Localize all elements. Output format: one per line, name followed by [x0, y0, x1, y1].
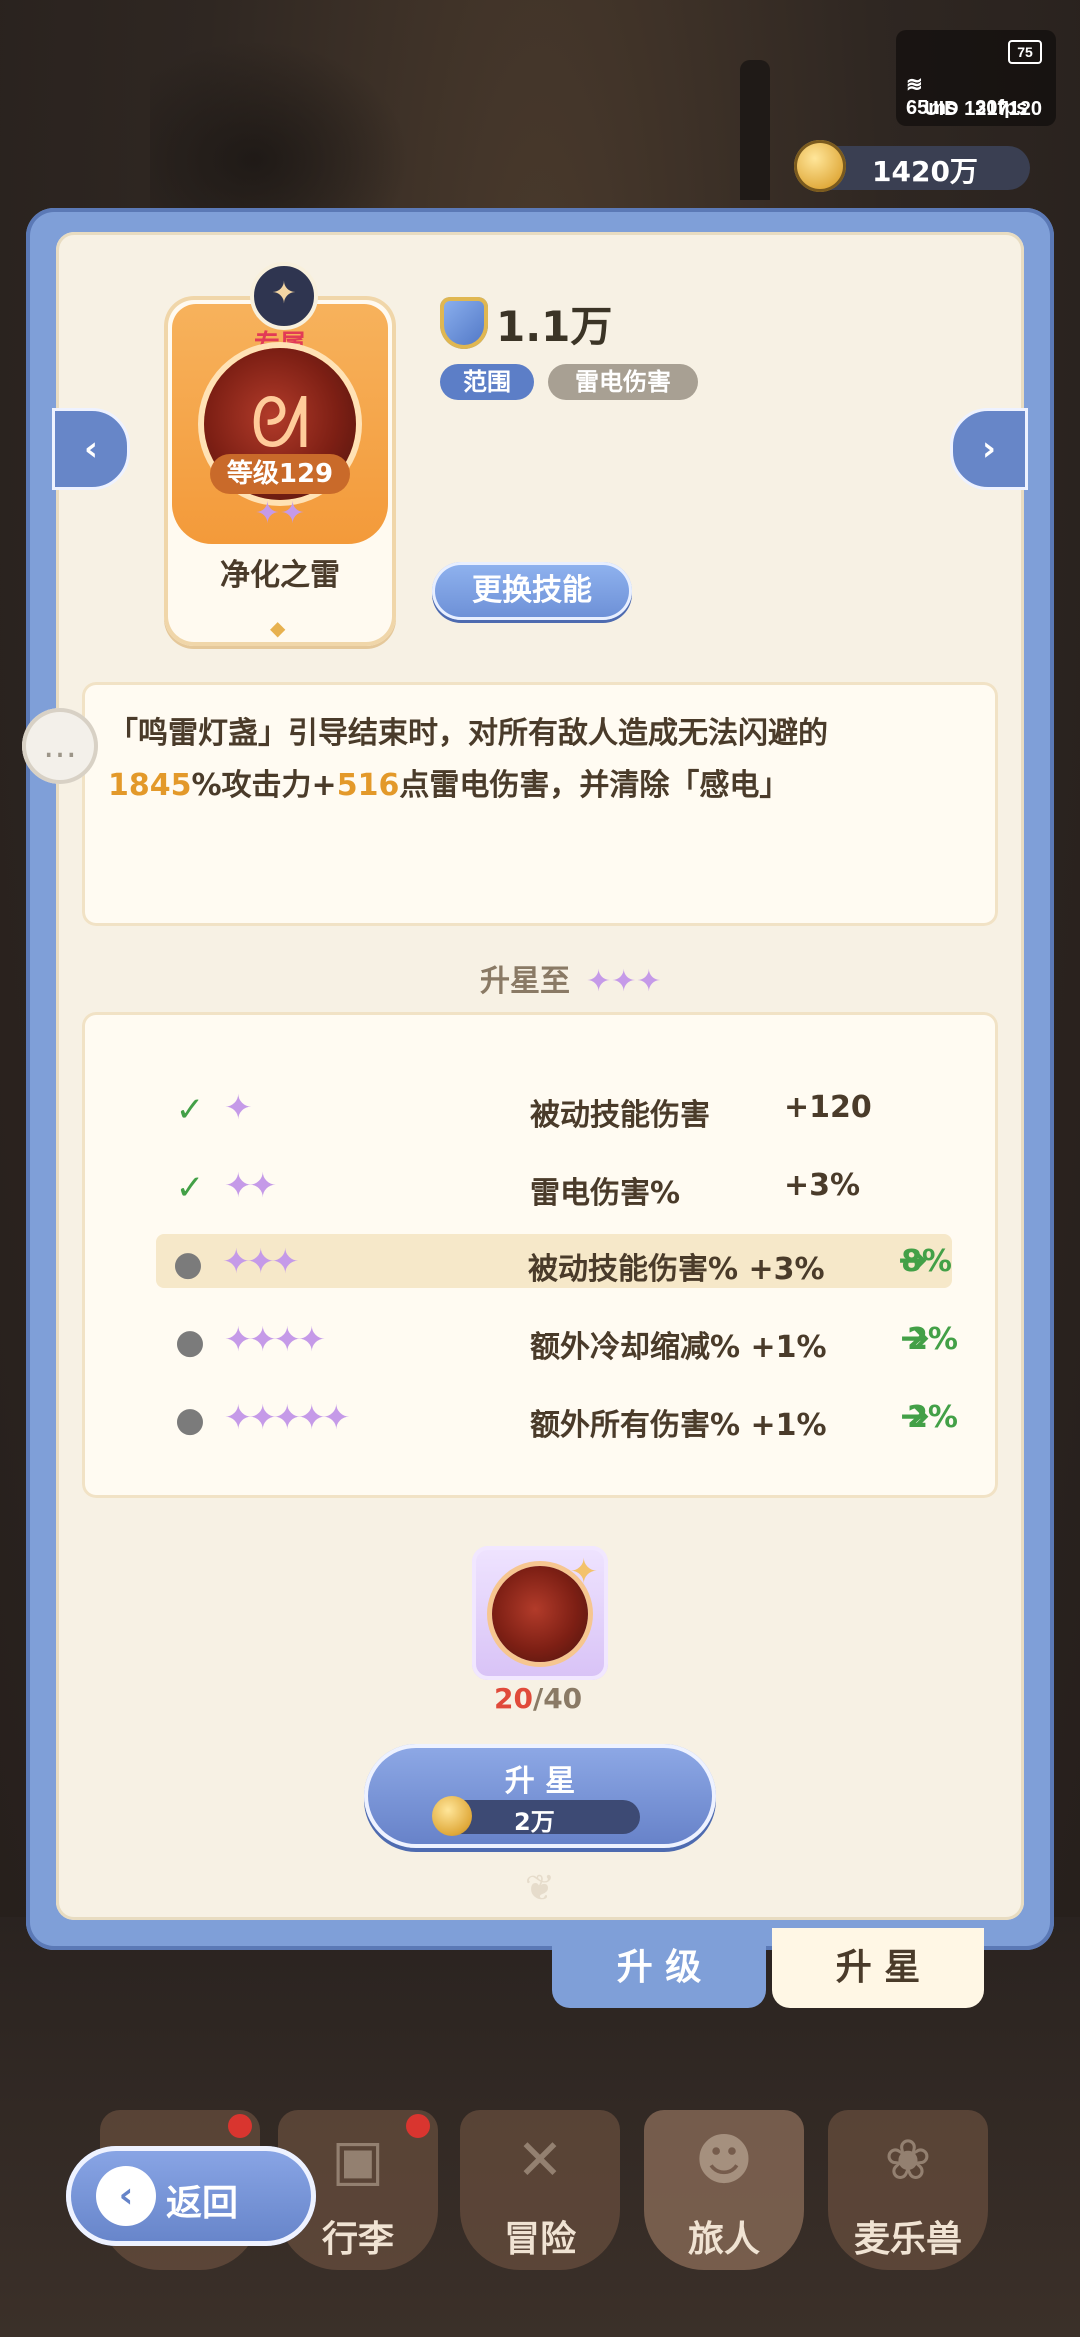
coin-icon	[432, 1796, 472, 1836]
wifi-icon: ≋	[906, 74, 923, 96]
power-shield-icon	[440, 297, 488, 349]
target-stars: ✦✦✦	[586, 964, 662, 999]
prev-skill-button[interactable]: ‹	[52, 408, 130, 490]
star-up-button[interactable]: 升 星 2万	[364, 1744, 716, 1848]
list-item: ● ✦✦✦✦✦ 额外所有伤害% +1% ➔ 2%	[158, 1390, 958, 1444]
uid-value: UID 1217120	[924, 98, 1042, 120]
tag-range: 范围	[440, 364, 534, 400]
material-item[interactable]: ✦	[472, 1546, 608, 1680]
skill-description: 「鸣雷灯盏」引导结束时，对所有敌人造成无法闪避的 1845%攻击力+516点雷电…	[82, 682, 998, 926]
star-bonus-list: ✓ ✦ 被动技能伤害 +120 ✓ ✦✦ 雷电伤害% +3% ● ✦✦✦ 被动技…	[82, 1012, 998, 1498]
card-ornament-icon: ◆	[270, 616, 286, 640]
power-value: 1.1万	[496, 301, 613, 351]
chevron-right-icon: ›	[981, 429, 996, 469]
sparkle-badge-icon: ✦	[250, 262, 318, 330]
chevron-left-icon: ‹	[83, 429, 98, 469]
traveler-avatar-icon: ☻	[694, 2128, 754, 2193]
change-skill-button[interactable]: 更换技能	[432, 562, 632, 620]
nav-item-pets[interactable]: ❀ 麦乐兽	[828, 2110, 988, 2270]
tab-upgrade[interactable]: 升 级	[552, 1928, 766, 2008]
tab-star[interactable]: 升 星	[772, 1928, 984, 2008]
nav-item-adventure[interactable]: ✕ 冒险	[460, 2110, 620, 2270]
gold-amount: 1420万	[872, 155, 978, 188]
lock-icon: ●	[175, 1322, 205, 1362]
skill-card[interactable]: 专属 ✦ ᘛ 等级129 ✦✦ 净化之雷 ◆	[164, 262, 396, 646]
notification-dot	[228, 2114, 252, 2138]
notification-dot	[406, 2114, 430, 2138]
battery-indicator: 75	[1008, 40, 1042, 64]
star-up-cost: 2万	[432, 1796, 640, 1836]
lock-icon: ●	[173, 1244, 203, 1284]
check-icon: ✓	[175, 1090, 205, 1130]
chat-bubble-icon[interactable]: …	[22, 708, 98, 784]
flat-damage: 516	[336, 768, 400, 803]
star-plus-icon: ✦	[569, 1552, 599, 1592]
back-button[interactable]: ‹ 返回	[66, 2146, 316, 2246]
coin-icon	[794, 140, 846, 192]
tag-thunder-damage: 雷电伤害	[548, 364, 698, 400]
list-item: ✓ ✦ 被动技能伤害 +120	[158, 1080, 958, 1134]
nav-item-traveler[interactable]: ☻ 旅人	[644, 2110, 804, 2270]
check-icon: ✓	[175, 1168, 205, 1208]
gold-counter[interactable]: 1420万	[794, 140, 1030, 192]
skill-level: 等级129	[210, 454, 350, 494]
attack-percent: 1845	[108, 768, 192, 803]
skill-name: 净化之雷	[220, 558, 340, 593]
next-skill-button[interactable]: ›	[950, 408, 1028, 490]
material-count: 20/40	[494, 1682, 583, 1715]
skill-stars: ✦✦	[254, 496, 306, 531]
status-overlay: 75 ≋65ms 30fps UID 1217120	[896, 30, 1056, 126]
back-arrow-icon: ‹	[96, 2166, 156, 2226]
upgrade-target: 升星至 ✦✦✦	[480, 964, 662, 999]
list-item: ✓ ✦✦ 雷电伤害% +3%	[158, 1158, 958, 1212]
swords-icon: ✕	[516, 2128, 564, 2193]
combat-power: 1.1万	[440, 296, 612, 351]
tower-silhouette	[740, 60, 770, 200]
panel-ornament-icon: ❦	[524, 1868, 556, 1909]
list-item: ● ✦✦✦✦ 额外冷却缩减% +1% ➔ 2%	[158, 1312, 958, 1366]
lock-icon: ●	[175, 1400, 205, 1440]
list-item-next: ● ✦✦✦ 被动技能伤害% +3% ➔ 8%	[156, 1234, 952, 1288]
pet-icon: ❀	[884, 2128, 932, 2193]
